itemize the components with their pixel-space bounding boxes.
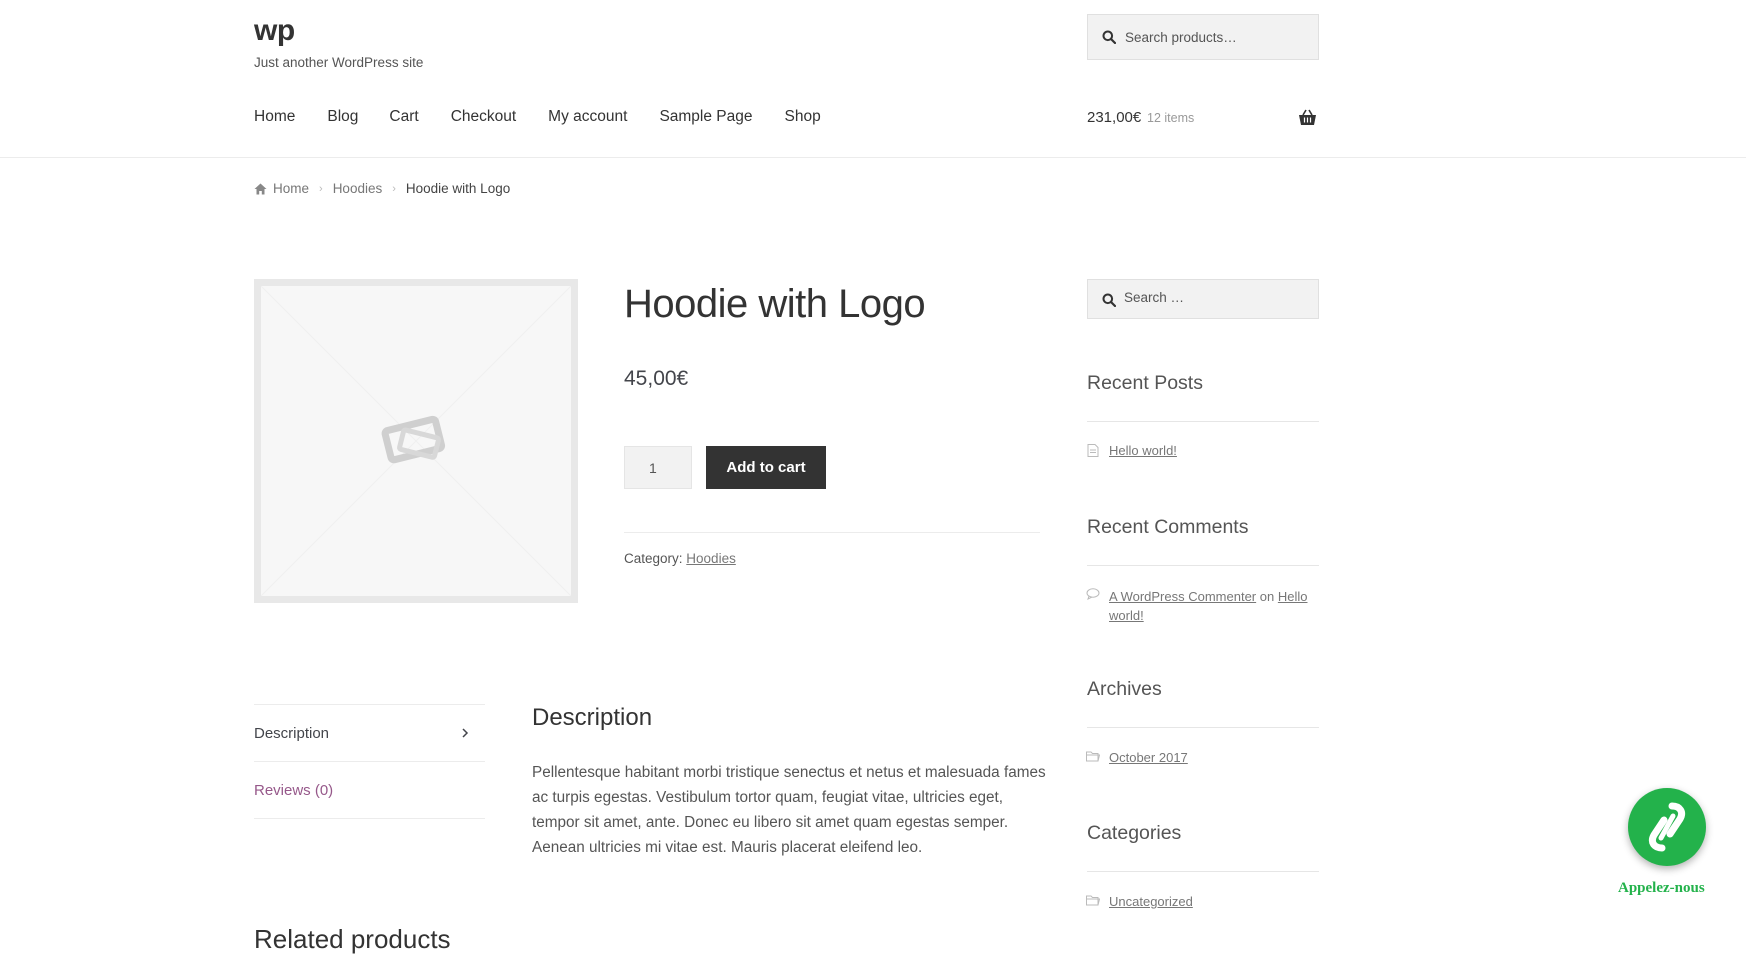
tab-description[interactable]: Description bbox=[254, 704, 485, 761]
related-products-title: Related products bbox=[254, 924, 451, 954]
recent-comments-title: Recent Comments bbox=[1087, 516, 1249, 538]
recent-post-link[interactable]: Hello world! bbox=[1109, 443, 1177, 458]
breadcrumb-current: Hoodie with Logo bbox=[405, 181, 511, 196]
sidebar-search-placeholder: Search … bbox=[1124, 290, 1185, 305]
nav-item-my-account[interactable]: My account bbox=[548, 108, 627, 126]
widget-divider bbox=[1087, 565, 1319, 566]
site-tagline: Just another WordPress site bbox=[254, 55, 424, 70]
product-meta-divider bbox=[624, 532, 1040, 533]
add-to-cart-button[interactable]: Add to cart bbox=[706, 446, 826, 489]
breadcrumb: Home › Hoodies › Hoodie with Logo bbox=[254, 181, 510, 196]
tab-reviews[interactable]: Reviews (0) bbox=[254, 761, 485, 819]
sidebar-search-input[interactable]: Search … bbox=[1087, 279, 1319, 319]
nav-item-cart[interactable]: Cart bbox=[389, 108, 418, 126]
widget-divider bbox=[1087, 421, 1319, 422]
header-divider bbox=[0, 157, 1746, 158]
product-tabs: Description Reviews (0) bbox=[254, 704, 485, 819]
product-image[interactable] bbox=[254, 279, 578, 603]
description-text: Pellentesque habitant morbi tristique se… bbox=[532, 764, 1046, 856]
recent-comment: A WordPress Commenter on Hello world! bbox=[1109, 587, 1319, 625]
phone-link-icon bbox=[1648, 802, 1686, 852]
product-category-label: Category: bbox=[624, 551, 683, 566]
widget-divider bbox=[1087, 871, 1319, 872]
cart-count[interactable]: 12 items bbox=[1147, 111, 1194, 125]
tab-description-label: Description bbox=[254, 724, 330, 742]
comment-author-link[interactable]: A WordPress Commenter bbox=[1109, 589, 1256, 604]
category-link[interactable]: Uncategorized bbox=[1109, 894, 1193, 909]
folder-icon bbox=[1086, 895, 1100, 906]
nav-item-shop[interactable]: Shop bbox=[785, 108, 821, 126]
basket-icon[interactable] bbox=[1298, 109, 1317, 126]
home-icon bbox=[254, 183, 267, 194]
cart-total[interactable]: 231,00€ bbox=[1087, 109, 1141, 126]
comment-post-link-cont[interactable]: world! bbox=[1109, 608, 1144, 623]
call-us-button[interactable] bbox=[1628, 788, 1706, 866]
product-search-input[interactable]: Search products… bbox=[1087, 14, 1319, 60]
comment-post-link[interactable]: Hello bbox=[1278, 589, 1308, 604]
nav-item-checkout[interactable]: Checkout bbox=[451, 108, 516, 126]
description-title: Description bbox=[532, 704, 653, 731]
comment-icon bbox=[1086, 588, 1100, 600]
recent-posts-title: Recent Posts bbox=[1087, 372, 1203, 394]
quantity-input[interactable]: 1 bbox=[624, 446, 692, 489]
chevron-right-icon: › bbox=[319, 182, 323, 195]
product-category-link[interactable]: Hoodies bbox=[686, 551, 736, 566]
folder-icon bbox=[1086, 751, 1100, 762]
product-category: Category: Hoodies bbox=[624, 551, 736, 566]
nav-item-home[interactable]: Home bbox=[254, 108, 295, 126]
product-price: 45,00€ bbox=[624, 367, 689, 390]
document-icon bbox=[1087, 444, 1099, 457]
search-icon bbox=[1102, 293, 1116, 307]
placeholder-image-icon bbox=[381, 415, 446, 464]
breadcrumb-category[interactable]: Hoodies bbox=[333, 181, 383, 196]
nav-item-blog[interactable]: Blog bbox=[327, 108, 358, 126]
search-icon bbox=[1102, 30, 1116, 44]
product-search-placeholder: Search products… bbox=[1125, 30, 1237, 45]
categories-title: Categories bbox=[1087, 822, 1182, 844]
primary-nav: Home Blog Cart Checkout My account Sampl… bbox=[254, 108, 853, 126]
breadcrumb-home[interactable]: Home bbox=[273, 181, 309, 196]
site-title[interactable]: wp bbox=[254, 14, 295, 48]
call-us-label[interactable]: Appelez-nous bbox=[1618, 880, 1705, 897]
nav-item-sample-page[interactable]: Sample Page bbox=[659, 108, 752, 126]
chevron-right-icon: › bbox=[392, 182, 396, 195]
archives-title: Archives bbox=[1087, 678, 1162, 700]
comment-on-text: on bbox=[1259, 589, 1275, 604]
product-image-placeholder bbox=[261, 286, 571, 596]
chevron-right-icon bbox=[462, 728, 469, 738]
product-title: Hoodie with Logo bbox=[624, 282, 926, 326]
widget-divider bbox=[1087, 727, 1319, 728]
tab-reviews-label: Reviews (0) bbox=[254, 781, 334, 799]
archive-link[interactable]: October 2017 bbox=[1109, 750, 1188, 765]
